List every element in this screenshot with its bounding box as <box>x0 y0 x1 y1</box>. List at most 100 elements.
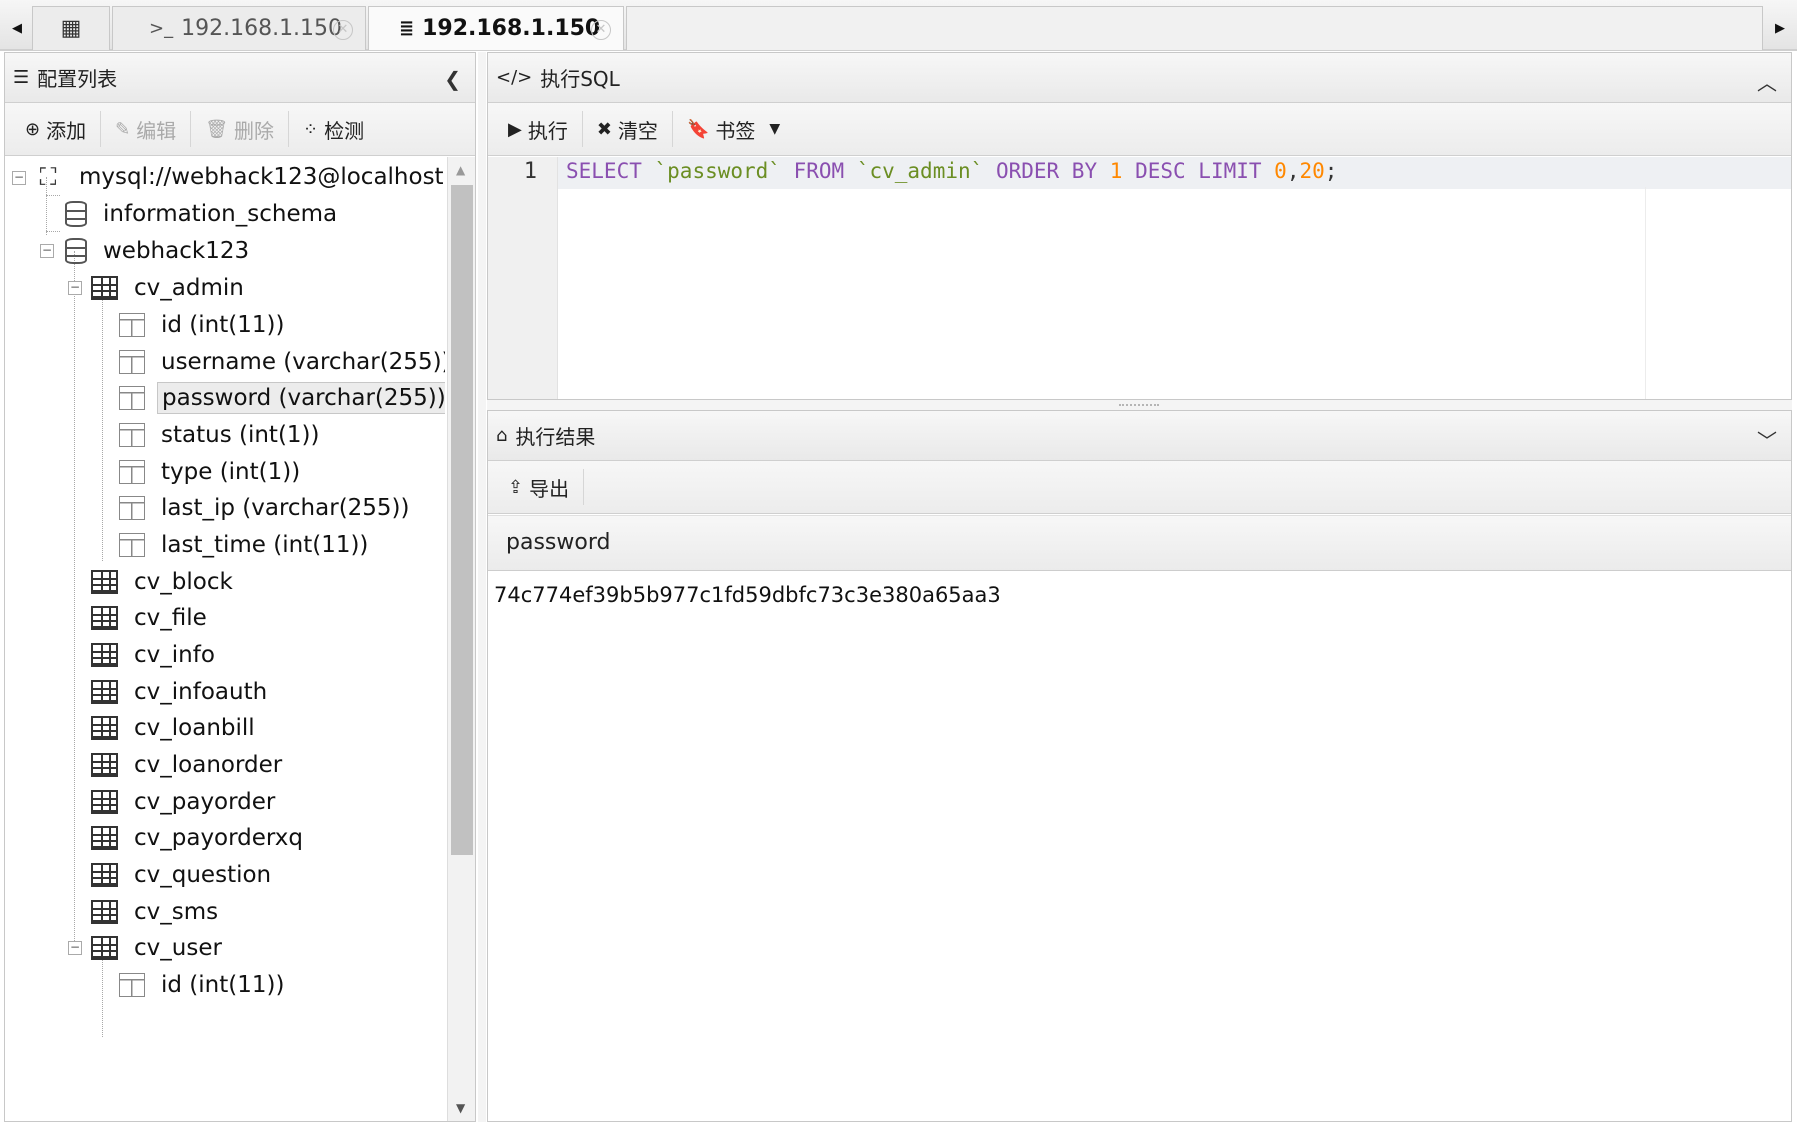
table-row[interactable]: 74c774ef39b5b977c1fd59dbfc73c3e380a65aa3 <box>488 571 1791 615</box>
tab-scroll-right-button[interactable]: ▶ <box>1767 6 1793 50</box>
tree-table[interactable]: cv_user <box>91 928 226 968</box>
chevron-left-icon[interactable]: ❮ <box>444 67 461 91</box>
column-icon <box>119 386 145 410</box>
close-icon[interactable]: ✕ <box>591 20 611 40</box>
tree-table[interactable]: cv_loanbill <box>91 708 259 748</box>
table-icon <box>91 900 118 924</box>
tree-column[interactable]: id (int(11)) <box>119 965 288 1005</box>
scrollbar-thumb[interactable] <box>451 185 473 855</box>
add-button[interactable]: ⊕ 添加 <box>11 111 102 147</box>
database-icon <box>65 238 87 264</box>
tree-column[interactable]: last_time (int(11)) <box>119 525 372 565</box>
tab-scroll-left-button[interactable]: ◀ <box>4 6 30 50</box>
tree-column[interactable]: username (varchar(255)) <box>119 342 445 382</box>
export-button-label: 导出 <box>529 476 570 501</box>
plus-circle-icon: ⊕ <box>25 118 41 140</box>
table-icon <box>91 863 118 887</box>
tree-table-label: cv_infoauth <box>134 679 268 705</box>
check-button[interactable]: ⁘ 检测 <box>289 111 378 147</box>
tree-table[interactable]: cv_payorderxq <box>91 818 307 858</box>
execute-sql-header: </> 执行SQL ︿ <box>488 53 1791 103</box>
tree-database[interactable]: information_schema <box>65 194 341 234</box>
config-list-panel: ☰ 配置列表 ❮ ⊕ 添加 ✎ 编辑 🗑 删除 ⁘ 检测 − ⛶ mysql:/… <box>4 52 476 1122</box>
horizontal-splitter[interactable] <box>487 400 1792 410</box>
x-icon: ✖ <box>596 118 612 140</box>
result-toolbar: ⇪ 导出 <box>488 461 1791 514</box>
tree-column-selected[interactable]: password (varchar(255)) <box>119 378 445 418</box>
sql-code[interactable]: SELECT `password` FROM `cv_admin` ORDER … <box>566 159 1337 183</box>
tree-table[interactable]: cv_file <box>91 598 211 638</box>
database-icon <box>65 201 87 227</box>
table-icon <box>91 753 118 777</box>
close-icon[interactable]: ✕ <box>333 20 353 40</box>
trash-icon: 🗑 <box>205 118 229 140</box>
terminal-icon: >_ <box>149 18 174 39</box>
bookmark-button-label: 书签 <box>715 118 756 143</box>
tree-table-label: cv_user <box>134 935 222 961</box>
tree-column-label: status (int(1)) <box>161 422 320 448</box>
chevron-down-icon[interactable]: ﹀ <box>1757 425 1777 454</box>
config-toolbar: ⊕ 添加 ✎ 编辑 🗑 删除 ⁘ 检测 <box>5 103 475 156</box>
tab-database[interactable]: ≣ 192.168.1.150 ✕ <box>368 6 624 50</box>
execute-sql-title: 执行SQL <box>540 67 620 91</box>
table-icon <box>91 826 118 850</box>
column-header-password[interactable]: password <box>506 530 610 555</box>
tree-table[interactable]: cv_admin <box>91 268 248 308</box>
tree-column-label: username (varchar(255)) <box>161 349 445 375</box>
tree-column-label: id (int(11)) <box>161 312 285 338</box>
tree-table-label: cv_sms <box>134 899 219 925</box>
tree-column[interactable]: id (int(11)) <box>119 305 288 345</box>
tree-database[interactable]: webhack123 <box>65 231 253 271</box>
sql-toolbar: ▶ 执行 ✖ 清空 🔖 书签 ▼ <box>488 103 1791 156</box>
tree-scrollbar[interactable]: ▲ ▼ <box>447 157 475 1121</box>
tree-column-label: last_time (int(11)) <box>161 532 369 558</box>
collapse-toggle[interactable]: − <box>40 244 54 258</box>
tree-table-label: cv_loanorder <box>134 752 283 778</box>
edit-icon: ✎ <box>115 118 131 140</box>
tree-table[interactable]: cv_info <box>91 635 219 675</box>
tab-shell-label: 192.168.1.150 <box>181 16 343 41</box>
play-icon: ▶ <box>508 118 522 140</box>
tree-table[interactable]: cv_payorder <box>91 782 279 822</box>
table-cell[interactable]: 74c774ef39b5b977c1fd59dbfc73c3e380a65aa3 <box>494 583 1001 607</box>
bookmark-button[interactable]: 🔖 书签 ▼ <box>673 111 794 147</box>
database-icon: ≣ <box>399 18 415 39</box>
scroll-up-icon[interactable]: ▲ <box>456 163 465 177</box>
tab-home[interactable]: ▦ <box>32 6 110 50</box>
tree-column[interactable]: last_ip (varchar(255)) <box>119 488 414 528</box>
tree-table-label: cv_file <box>134 605 207 631</box>
tree-column[interactable]: status (int(1)) <box>119 415 324 455</box>
scroll-down-icon[interactable]: ▼ <box>456 1101 465 1115</box>
tree-table[interactable]: cv_loanorder <box>91 745 286 785</box>
tree-connection[interactable]: ⛶ mysql://webhack123@localhost <box>33 157 445 197</box>
result-panel: ⌂ 执行结果 ﹀ ⇪ 导出 password 74c774ef39b5b977c… <box>487 410 1792 1122</box>
tree-column-label: password (varchar(255)) <box>157 382 445 414</box>
chevron-up-icon[interactable]: ︿ <box>1757 67 1777 96</box>
collapse-toggle[interactable]: − <box>68 281 82 295</box>
config-list-header: ☰ 配置列表 ❮ <box>5 53 475 103</box>
tree-column-label: type (int(1)) <box>161 459 301 485</box>
tree-connection-label: mysql://webhack123@localhost <box>79 164 444 190</box>
caret-down-icon: ▼ <box>769 121 781 137</box>
export-button[interactable]: ⇪ 导出 <box>494 469 585 505</box>
edit-button[interactable]: ✎ 编辑 <box>101 111 192 147</box>
tree-table[interactable]: cv_question <box>91 855 275 895</box>
collapse-toggle[interactable]: − <box>12 171 26 185</box>
delete-button[interactable]: 🗑 删除 <box>191 111 290 147</box>
sql-editor[interactable]: 1 SELECT `password` FROM `cv_admin` ORDE… <box>488 157 1791 399</box>
table-icon <box>91 276 118 300</box>
vertical-splitter[interactable] <box>478 52 486 1122</box>
config-list-title: 配置列表 <box>37 67 118 91</box>
tree-table[interactable]: cv_sms <box>91 892 222 932</box>
run-button[interactable]: ▶ 执行 <box>494 111 583 147</box>
collapse-toggle[interactable]: − <box>68 941 82 955</box>
tree-table[interactable]: cv_infoauth <box>91 672 271 712</box>
tab-bar: ◀ ▦ >_ 192.168.1.150 ✕ ≣ 192.168.1.150 ✕… <box>0 0 1797 51</box>
database-tree: − ⛶ mysql://webhack123@localhost informa… <box>5 157 445 1121</box>
tab-shell[interactable]: >_ 192.168.1.150 ✕ <box>112 6 366 50</box>
tree-column[interactable]: type (int(1)) <box>119 452 304 492</box>
tree-table[interactable]: cv_block <box>91 562 237 602</box>
line-gutter: 1 <box>488 157 558 399</box>
clear-button[interactable]: ✖ 清空 <box>583 111 673 147</box>
tab-strip-empty <box>626 6 1763 50</box>
